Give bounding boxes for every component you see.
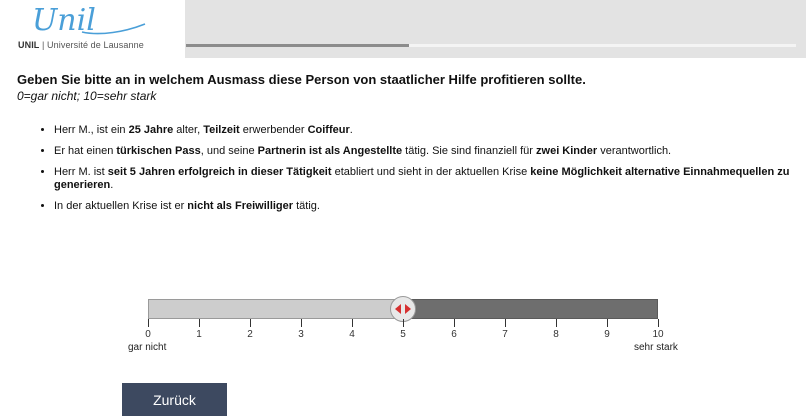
progress-bar (186, 44, 796, 47)
unil-logo-script: Unil (30, 2, 150, 45)
slider-tick (607, 319, 608, 327)
slider-track-filled[interactable] (148, 299, 403, 319)
logo-subtitle: UNIL | Université de Lausanne (18, 40, 144, 50)
rating-slider[interactable] (148, 296, 658, 322)
slider-tick-label: 4 (349, 329, 355, 340)
vignette-list: Herr M., ist ein 25 Jahre alter, Teilzei… (36, 124, 794, 221)
slider-tick (250, 319, 251, 327)
slider-tick (454, 319, 455, 327)
progress-fill (186, 44, 409, 47)
header-bar: Unil UNIL | Université de Lausanne (0, 0, 806, 58)
slider-tick-label: 1 (196, 329, 202, 340)
left-right-arrows-icon (395, 304, 411, 314)
slider-scale: 0 1 2 3 4 5 6 7 8 9 10 (145, 319, 664, 359)
slider-track-remaining[interactable] (403, 299, 658, 319)
slider-tick-label: 3 (298, 329, 304, 340)
slider-tick (556, 319, 557, 327)
slider-tick (148, 319, 149, 327)
slider-tick-label: 8 (553, 329, 559, 340)
slider-tick (352, 319, 353, 327)
unil-logo: Unil UNIL | Université de Lausanne (0, 0, 185, 58)
max-anchor-label: sehr stark (634, 342, 678, 353)
vignette-item: Herr M., ist ein 25 Jahre alter, Teilzei… (54, 124, 794, 137)
slider-tick-label: 5 (400, 329, 406, 340)
slider-tick-label: 10 (652, 329, 664, 340)
slider-tick-label: 9 (604, 329, 610, 340)
vignette-item: Herr M. ist seit 5 Jahren erfolgreich in… (54, 166, 794, 192)
slider-tick-label: 2 (247, 329, 253, 340)
back-button[interactable]: Zurück (122, 383, 227, 416)
slider-tick-label: 0 (145, 329, 151, 340)
question-title: Geben Sie bitte an in welchem Ausmass di… (17, 72, 586, 87)
slider-tick (301, 319, 302, 327)
slider-tick-label: 7 (502, 329, 508, 340)
vignette-item: Er hat einen türkischen Pass, und seine … (54, 145, 794, 158)
slider-tick-label: 6 (451, 329, 457, 340)
scale-note: 0=gar nicht; 10=sehr stark (17, 89, 157, 103)
slider-tick (199, 319, 200, 327)
slider-tick (658, 319, 659, 327)
min-anchor-label: gar nicht (128, 342, 167, 353)
slider-tick (403, 319, 404, 327)
slider-tick (505, 319, 506, 327)
vignette-item: In der aktuellen Krise ist er nicht als … (54, 200, 794, 213)
